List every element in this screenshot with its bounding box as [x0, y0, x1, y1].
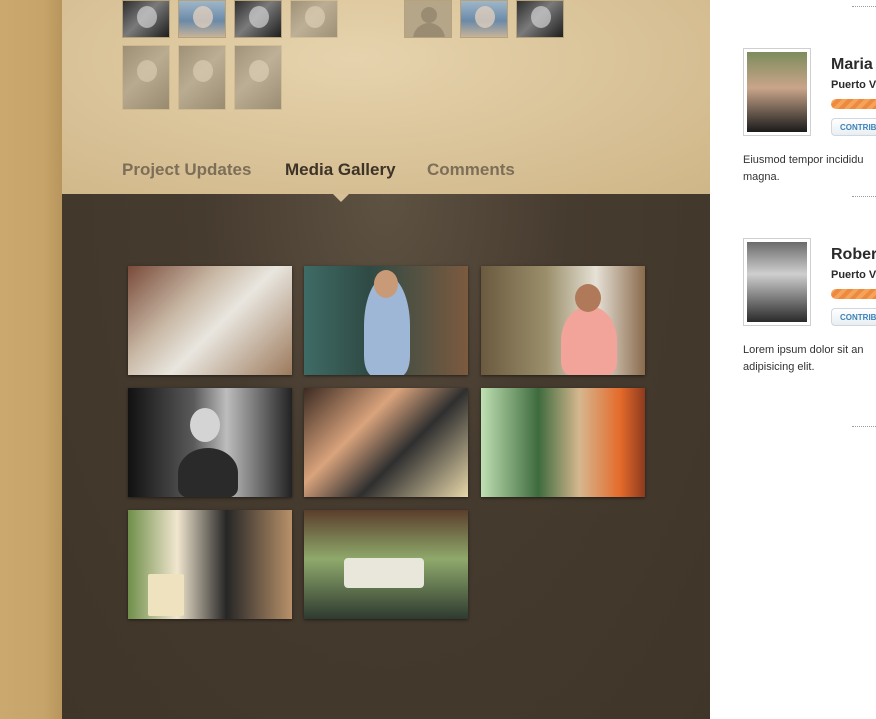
supporter-thumb[interactable] [516, 0, 564, 38]
divider [852, 6, 876, 8]
avatar[interactable] [743, 48, 811, 136]
contribute-button[interactable]: CONTRIB [831, 118, 876, 136]
gallery-photo[interactable] [481, 388, 645, 497]
member-name[interactable]: Maria [831, 56, 873, 74]
page-background [0, 0, 62, 719]
member-location: Puerto V [831, 269, 876, 281]
gallery-photo[interactable] [128, 388, 292, 497]
description-line: magna. [743, 171, 780, 183]
gallery-photo[interactable] [128, 266, 292, 375]
gallery-photo[interactable] [304, 266, 468, 375]
funding-progress-bar [831, 99, 876, 109]
description-line: Lorem ipsum dolor sit an [743, 344, 864, 356]
supporter-thumb[interactable] [234, 45, 282, 110]
avatar[interactable] [743, 238, 811, 326]
gallery-photo[interactable] [304, 388, 468, 497]
contribute-button[interactable]: CONTRIB [831, 308, 876, 326]
media-gallery-panel [62, 194, 710, 719]
supporter-thumb[interactable] [122, 0, 170, 38]
tab-project-updates[interactable]: Project Updates [122, 160, 251, 180]
supporter-thumb[interactable] [178, 0, 226, 38]
team-sidebar: Maria Puerto V CONTRIB Eiusmod tempor in… [710, 0, 876, 719]
member-location: Puerto V [831, 79, 876, 91]
supporter-thumb[interactable] [290, 0, 338, 38]
project-main-column: Project Updates Media Gallery Comments [62, 0, 710, 719]
gallery-photo[interactable] [481, 266, 645, 375]
divider [852, 426, 876, 428]
supporters-panel: Project Updates Media Gallery Comments [62, 0, 710, 194]
description-line: adipisicing elit. [743, 361, 815, 373]
gallery-photo[interactable] [304, 510, 468, 619]
tab-comments[interactable]: Comments [427, 160, 515, 180]
supporter-thumb[interactable] [460, 0, 508, 38]
person-silhouette-icon[interactable] [404, 0, 452, 38]
member-description: Eiusmod tempor incididu magna. [743, 152, 876, 186]
supporter-thumb[interactable] [122, 45, 170, 110]
supporter-thumb[interactable] [234, 0, 282, 38]
member-description: Lorem ipsum dolor sit an adipisicing eli… [743, 342, 876, 376]
funding-progress-bar [831, 289, 876, 299]
divider [852, 196, 876, 198]
active-tab-indicator [333, 194, 349, 202]
tab-media-gallery[interactable]: Media Gallery [285, 160, 396, 180]
gallery-photo[interactable] [128, 510, 292, 619]
supporter-thumb[interactable] [178, 45, 226, 110]
description-line: Eiusmod tempor incididu [743, 154, 864, 166]
member-name[interactable]: Rober [831, 246, 876, 264]
